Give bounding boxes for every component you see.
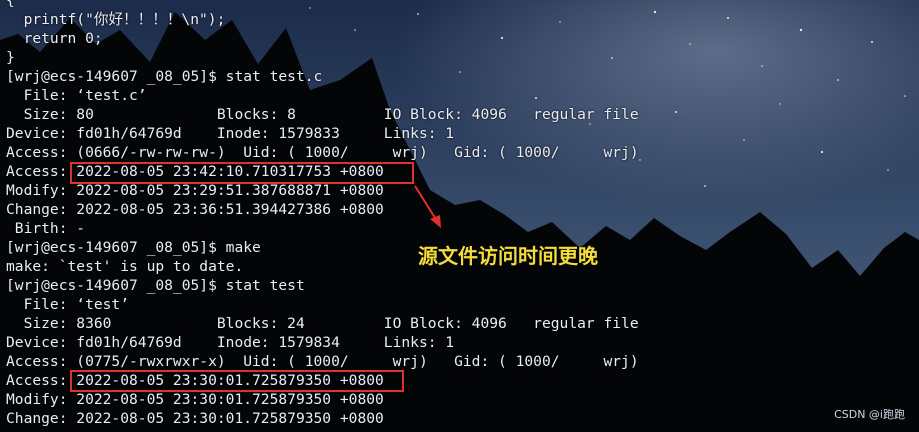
annotation-label: 源文件访问时间更晚 — [418, 244, 598, 268]
watermark: CSDN @i跑跑 — [834, 408, 905, 421]
arrow-icon — [414, 185, 441, 228]
